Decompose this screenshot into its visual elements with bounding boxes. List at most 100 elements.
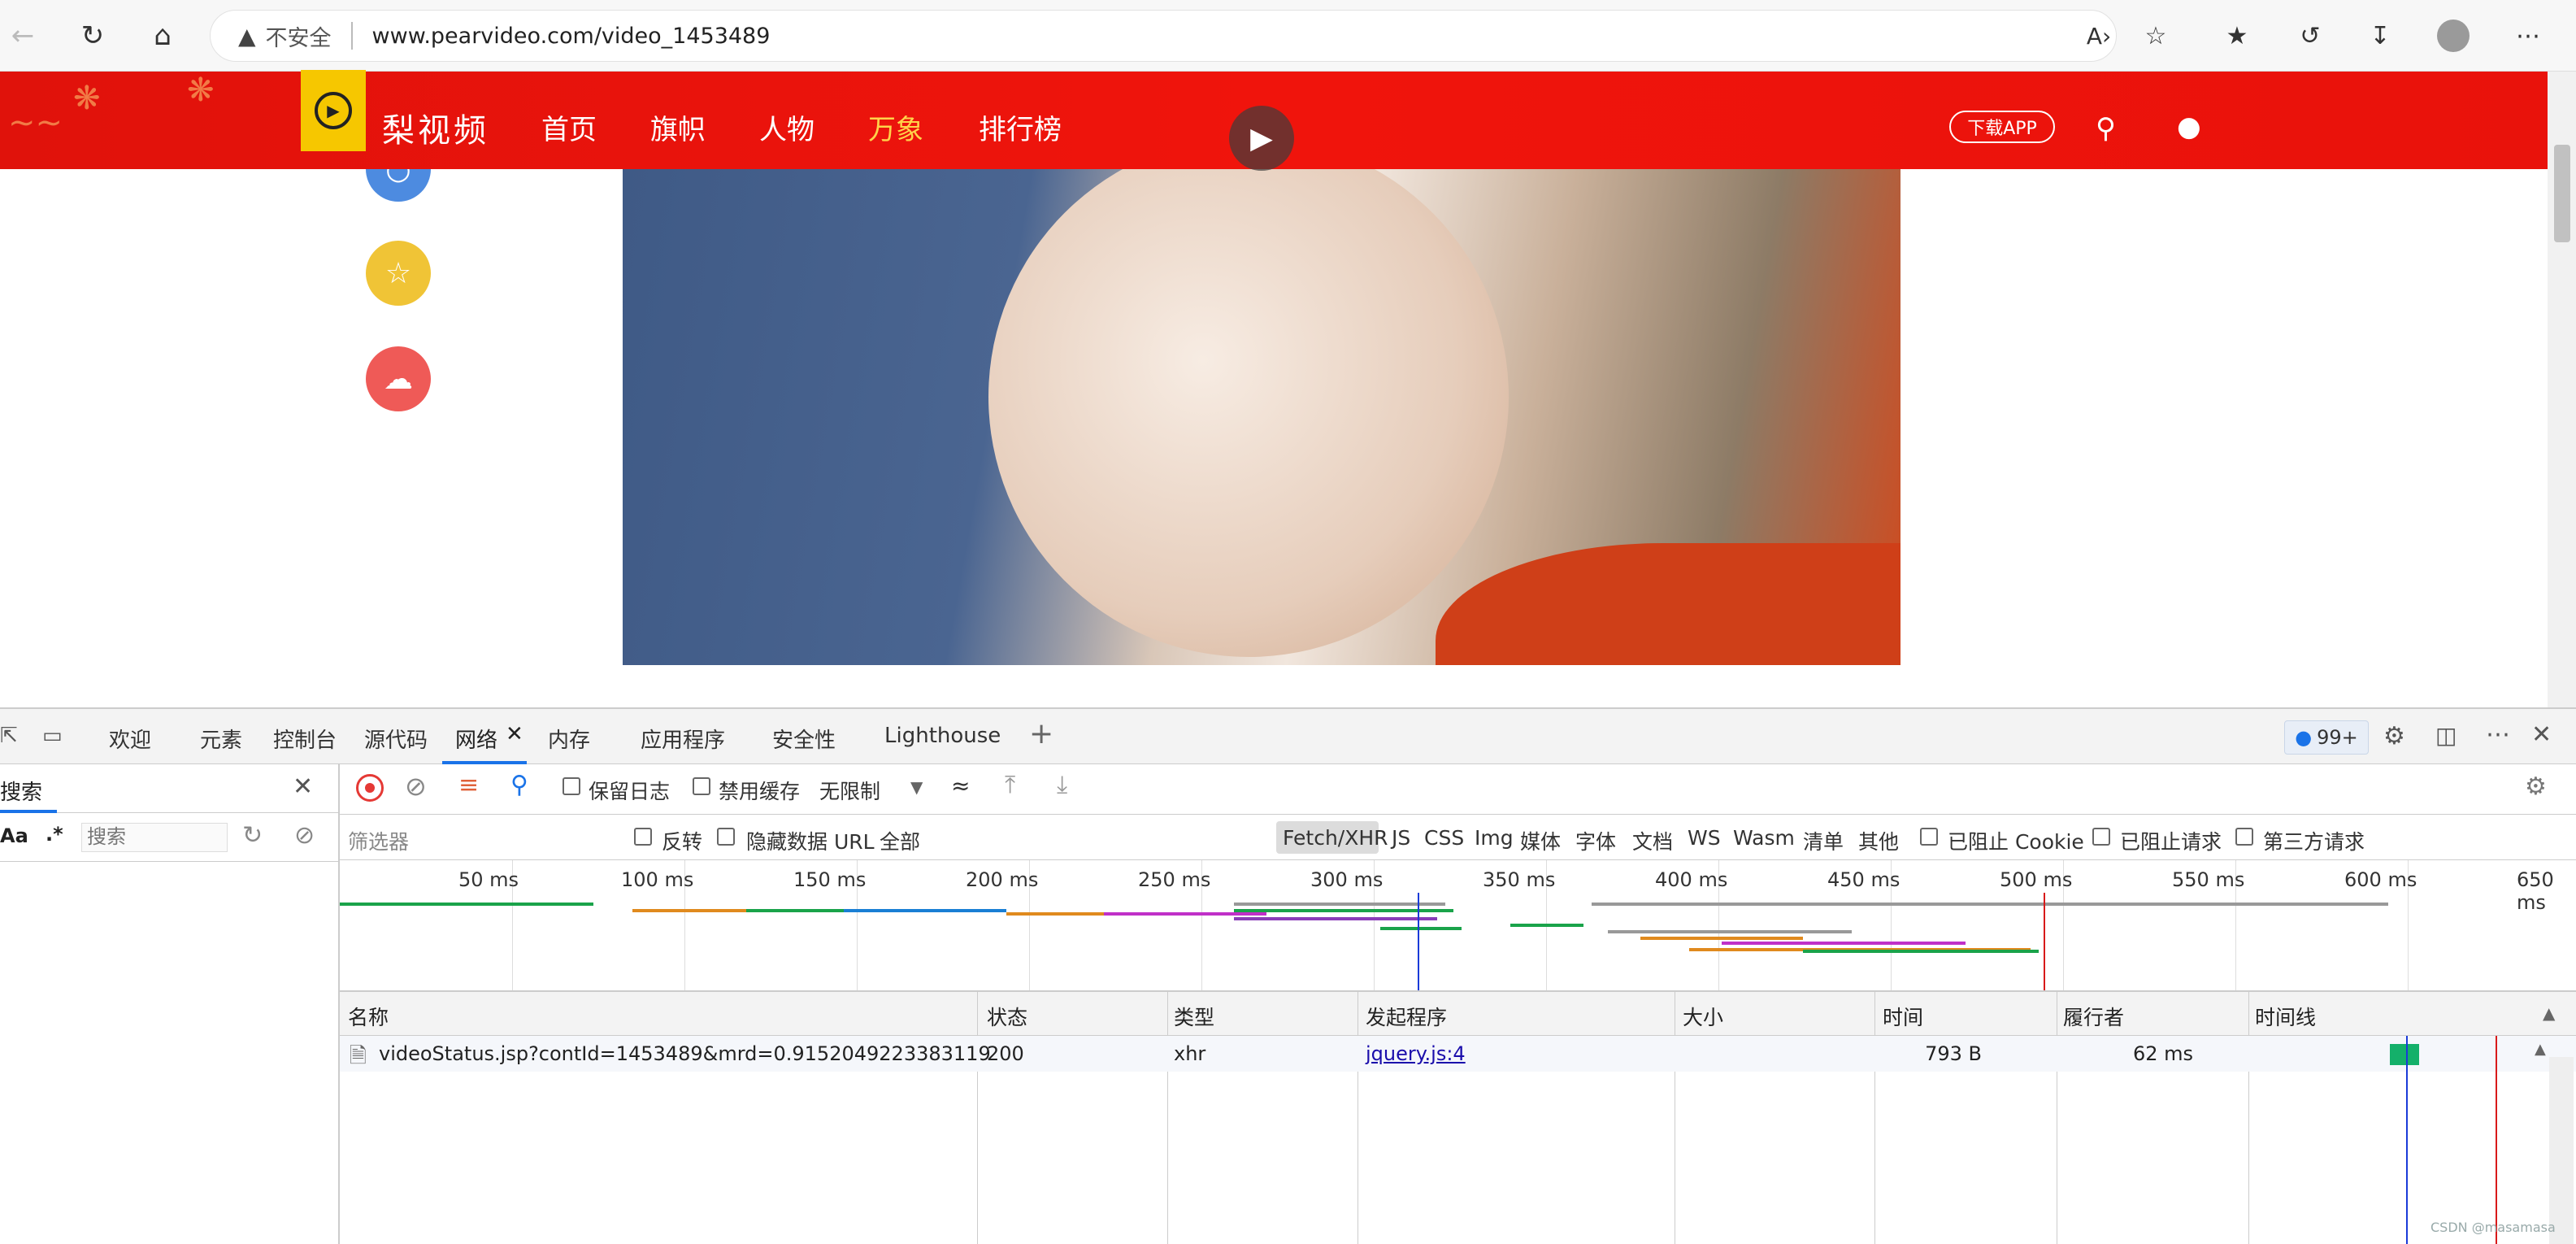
scrollbar-thumb[interactable]: [2554, 145, 2570, 242]
filter-media[interactable]: 媒体: [1520, 826, 1561, 855]
close-tab-icon[interactable]: ✕: [506, 722, 523, 746]
share-circle-icon[interactable]: ○: [366, 169, 431, 202]
history-icon[interactable]: ↺: [2292, 18, 2328, 54]
tab-security[interactable]: 安全性: [772, 724, 836, 754]
video-player[interactable]: [623, 169, 1901, 665]
preserve-log-checkbox[interactable]: [563, 777, 580, 795]
weibo-icon[interactable]: ☁: [366, 346, 431, 411]
request-initiator-link[interactable]: jquery.js:4: [1366, 1042, 1466, 1065]
brand-name[interactable]: 梨视频: [382, 104, 489, 151]
hide-data-url-checkbox[interactable]: [717, 828, 735, 846]
search-icon[interactable]: ⚲: [2096, 112, 2116, 145]
col-status[interactable]: 状态: [987, 1002, 1027, 1031]
tab-console[interactable]: 控制台: [273, 724, 337, 754]
address-bar[interactable]: ▲ 不安全 www.pearvideo.com/video_1453489: [210, 10, 2117, 62]
close-search-icon[interactable]: ✕: [293, 772, 313, 801]
col-time[interactable]: 时间: [1883, 1002, 1923, 1031]
dock-icon[interactable]: ◫: [2435, 722, 2457, 749]
filter-img[interactable]: Img: [1475, 826, 1514, 850]
filter-ws[interactable]: WS: [1688, 826, 1721, 850]
disable-cache-checkbox[interactable]: [693, 777, 710, 795]
back-icon[interactable]: ←: [5, 18, 41, 54]
tab-lighthouse[interactable]: Lighthouse: [884, 724, 1001, 748]
more-icon[interactable]: ⋯: [2510, 18, 2546, 54]
favorites-icon[interactable]: ★: [2219, 18, 2255, 54]
filter-font[interactable]: 字体: [1575, 826, 1616, 855]
tab-network[interactable]: 网络: [455, 724, 497, 754]
request-name[interactable]: videoStatus.jsp?contId=1453489&mrd=0.915…: [379, 1042, 991, 1065]
nav-home[interactable]: 首页: [541, 107, 597, 147]
network-settings-icon[interactable]: ⚙: [2525, 772, 2547, 801]
filter-input[interactable]: 筛选器: [348, 826, 409, 855]
settings-icon[interactable]: ⚙: [2383, 722, 2405, 750]
col-waterfall[interactable]: 时间线: [2255, 1002, 2316, 1031]
filter-icon[interactable]: ≡: [458, 771, 479, 799]
refresh-icon[interactable]: ↻: [75, 18, 111, 54]
search-tab[interactable]: 搜索 ✕: [0, 764, 340, 813]
tab-welcome[interactable]: 欢迎: [109, 724, 151, 754]
tab-elements[interactable]: 元素: [200, 724, 242, 754]
regex-toggle[interactable]: .*: [46, 823, 63, 846]
sort-up-icon[interactable]: ▲: [2543, 1003, 2555, 1023]
close-devtools-icon[interactable]: ✕: [2531, 720, 2552, 749]
inspect-icon[interactable]: ⇱: [0, 724, 18, 748]
invert-checkbox[interactable]: [634, 828, 652, 846]
search-input[interactable]: [81, 823, 228, 852]
user-icon[interactable]: ●: [2177, 111, 2201, 143]
wifi-icon[interactable]: ≈: [951, 772, 970, 799]
filter-wasm[interactable]: Wasm: [1733, 826, 1795, 850]
home-icon[interactable]: ⌂: [145, 18, 180, 54]
clear-icon[interactable]: ⊘: [405, 771, 427, 802]
import-icon[interactable]: ⤒: [1005, 771, 1015, 799]
col-type[interactable]: 类型: [1174, 1002, 1214, 1031]
add-tab-icon[interactable]: +: [1029, 717, 1053, 750]
blocked-cookies-checkbox[interactable]: [1920, 828, 1938, 846]
download-icon[interactable]: ↧: [2362, 18, 2398, 54]
filter-manifest[interactable]: 清单: [1803, 826, 1844, 855]
issues-badge[interactable]: ● 99+: [2284, 720, 2369, 755]
filter-css[interactable]: CSS: [1424, 826, 1464, 850]
filter-fetch-xhr[interactable]: Fetch/XHR: [1283, 826, 1388, 850]
nav-people[interactable]: 人物: [759, 107, 815, 147]
throttle-select[interactable]: 无限制: [819, 776, 880, 805]
profile-icon[interactable]: [2435, 18, 2471, 54]
filter-all[interactable]: 全部: [880, 826, 920, 855]
nav-all[interactable]: 万象: [868, 107, 923, 147]
record-icon[interactable]: [356, 774, 384, 802]
chevron-down-icon[interactable]: ▼: [910, 777, 923, 797]
search-network-icon[interactable]: ⚲: [510, 771, 528, 799]
filter-js[interactable]: JS: [1392, 826, 1410, 850]
download-app-button[interactable]: 下载APP: [1949, 111, 2055, 143]
message-icon: ●: [2295, 726, 2313, 749]
col-size[interactable]: 大小: [1683, 1002, 1723, 1031]
page-scrollbar[interactable]: [2548, 72, 2576, 707]
filter-doc[interactable]: 文档: [1632, 826, 1673, 855]
clear-search-icon[interactable]: ⊘: [294, 821, 315, 850]
tab-sources[interactable]: 源代码: [364, 724, 428, 754]
table-scrollbar[interactable]: [2549, 1057, 2574, 1244]
read-aloud-icon[interactable]: A›: [2081, 18, 2117, 54]
third-party-checkbox[interactable]: [2235, 828, 2253, 846]
filter-other[interactable]: 其他: [1858, 826, 1899, 855]
nav-ranking[interactable]: 排行榜: [979, 107, 1062, 147]
col-name[interactable]: 名称: [348, 1002, 389, 1031]
more-options-icon[interactable]: ⋯: [2486, 720, 2510, 749]
tab-memory[interactable]: 内存: [548, 724, 590, 754]
nav-banner[interactable]: 旗帜: [650, 107, 706, 147]
blocked-requests-checkbox[interactable]: [2092, 828, 2110, 846]
play-button-icon[interactable]: ▶: [1229, 106, 1294, 171]
col-initiator[interactable]: 发起程序: [1366, 1002, 1447, 1031]
match-case-toggle[interactable]: Aa: [0, 824, 28, 847]
export-icon[interactable]: ⤓: [1057, 771, 1067, 799]
url-text[interactable]: www.pearvideo.com/video_1453489: [372, 24, 771, 49]
table-row[interactable]: 🗎 videoStatus.jsp?contId=1453489&mrd=0.9…: [340, 1036, 2576, 1072]
refresh-search-icon[interactable]: ↻: [242, 821, 263, 850]
add-favorite-icon[interactable]: ☆: [2138, 18, 2174, 54]
favorite-star-icon[interactable]: ☆: [366, 241, 431, 306]
col-fulfilled-by[interactable]: 履行者: [2063, 1002, 2124, 1031]
network-overview[interactable]: 50 ms 100 ms 150 ms 200 ms 250 ms 300 ms…: [340, 860, 2576, 992]
site-logo[interactable]: ▶: [301, 70, 366, 151]
tab-application[interactable]: 应用程序: [641, 724, 725, 754]
scroll-up-icon[interactable]: ▲: [2535, 1041, 2546, 1058]
device-icon[interactable]: ▭: [42, 724, 63, 748]
